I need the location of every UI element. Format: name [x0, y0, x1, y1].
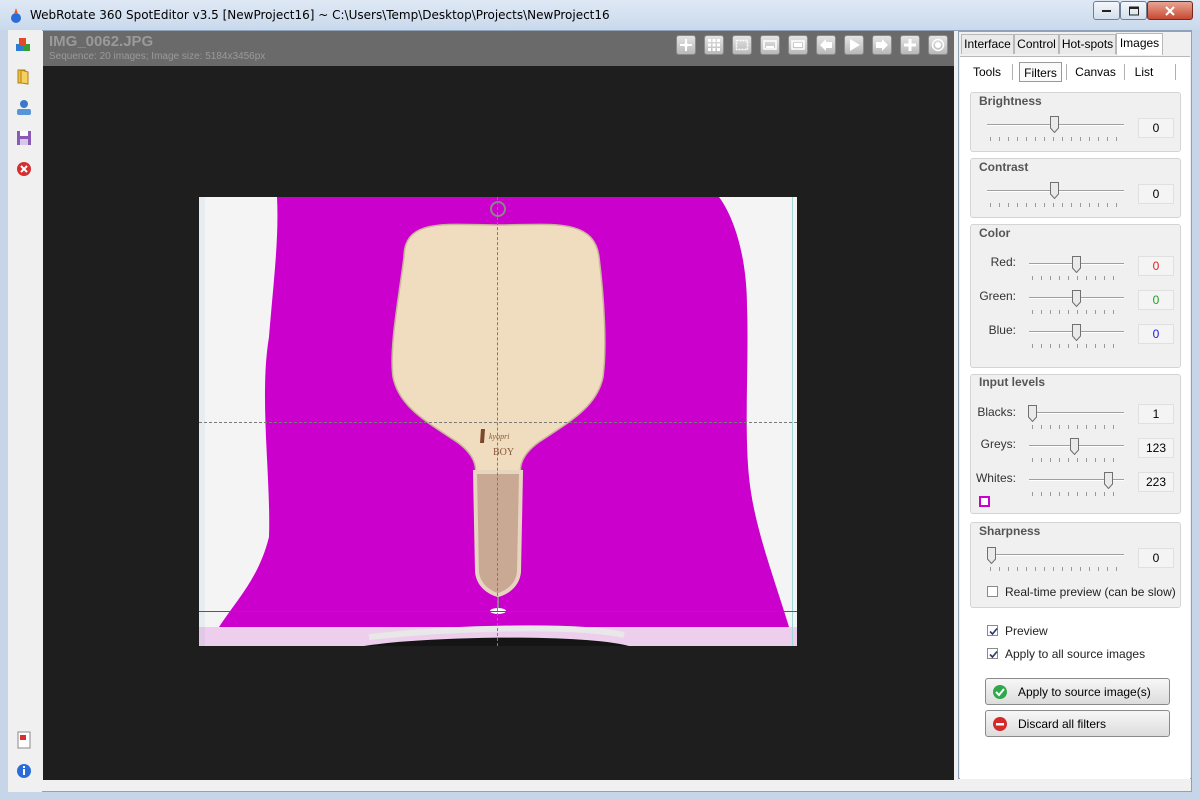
paddle-brand-line1: kyopri: [489, 432, 509, 441]
pdf-icon[interactable]: [15, 731, 35, 751]
vertical-guide-line[interactable]: [497, 197, 498, 646]
minus-circle-icon: [993, 717, 1007, 731]
brightness-value[interactable]: 0: [1138, 118, 1174, 138]
tab-hot-spots[interactable]: Hot-spots: [1059, 34, 1116, 54]
brightness-title: Brightness: [979, 94, 1042, 108]
blue-value[interactable]: 0: [1138, 324, 1174, 344]
apply-all-checkbox[interactable]: [987, 648, 998, 659]
blocks-icon[interactable]: [15, 36, 35, 56]
move-icon[interactable]: [676, 35, 696, 55]
whites-slider-ticks: [1032, 492, 1121, 496]
blue-label: Blue:: [988, 323, 1016, 337]
color-title: Color: [979, 226, 1011, 240]
red-value[interactable]: 0: [1138, 256, 1174, 276]
subtab-canvas[interactable]: Canvas: [1072, 62, 1119, 82]
blacks-value[interactable]: 1: [1138, 404, 1174, 424]
discard-filters-button[interactable]: Discard all filters: [985, 710, 1170, 737]
filmstrip-icon[interactable]: [760, 35, 780, 55]
folder-icon[interactable]: [15, 67, 35, 87]
contrast-slider-thumb[interactable]: [1050, 182, 1059, 200]
red-slider-thumb[interactable]: [1072, 256, 1081, 274]
info-icon[interactable]: [15, 762, 35, 782]
sharpness-slider-ticks: [990, 567, 1121, 571]
sequence-info: Sequence: 20 images; Image size: 5184x34…: [49, 51, 266, 62]
blue-slider-ticks: [1032, 344, 1121, 348]
play-icon[interactable]: [844, 35, 864, 55]
window-title: WebRotate 360 SpotEditor v3.5 [NewProjec…: [30, 8, 610, 22]
horizontal-guide-line[interactable]: [199, 422, 797, 423]
subtab-separator: [1066, 64, 1067, 80]
whites-slider-thumb[interactable]: [1104, 472, 1113, 490]
contrast-title: Contrast: [979, 160, 1029, 174]
red-slider-ticks: [1032, 276, 1121, 280]
blacks-slider-ticks: [1032, 425, 1121, 429]
greys-value[interactable]: 123: [1138, 438, 1174, 458]
arrow-right-icon[interactable]: [872, 35, 892, 55]
check-icon: [993, 685, 1007, 699]
subtab-separator: [1124, 64, 1125, 80]
green-value[interactable]: 0: [1138, 290, 1174, 310]
sharpness-slider-track[interactable]: [987, 554, 1124, 556]
whites-label: Whites:: [975, 471, 1016, 485]
blacks-slider-thumb[interactable]: [1028, 405, 1037, 423]
realtime-preview-checkbox[interactable]: [987, 586, 998, 597]
app-logo-icon: [9, 7, 23, 23]
brightness-slider-thumb[interactable]: [1050, 116, 1059, 134]
sharpness-slider-thumb[interactable]: [987, 547, 996, 565]
preview-checkbox[interactable]: [987, 625, 998, 636]
minimize-button[interactable]: [1093, 1, 1120, 20]
subtab-separator: [1175, 64, 1176, 80]
subtab-list[interactable]: List: [1130, 62, 1158, 82]
record-icon[interactable]: [928, 35, 948, 55]
selection-icon[interactable]: [732, 35, 752, 55]
subtab-separator: [1012, 64, 1013, 80]
discard-filters-label: Discard all filters: [1018, 717, 1107, 731]
plus-icon[interactable]: [900, 35, 920, 55]
blue-slider-thumb[interactable]: [1072, 324, 1081, 342]
levels-overlay-color-swatch[interactable]: [979, 496, 990, 507]
apply-to-source-label: Apply to source image(s): [1018, 685, 1151, 699]
red-label: Red:: [990, 255, 1016, 269]
arrow-left-icon[interactable]: [816, 35, 836, 55]
greys-slider-ticks: [1032, 458, 1121, 462]
sharpness-value[interactable]: 0: [1138, 548, 1174, 568]
subtab-tools[interactable]: Tools: [966, 62, 1008, 82]
contrast-value[interactable]: 0: [1138, 184, 1174, 204]
user-icon[interactable]: [15, 98, 35, 118]
whites-value[interactable]: 223: [1138, 472, 1174, 492]
tab-control[interactable]: Control: [1014, 34, 1059, 54]
blacks-slider-track[interactable]: [1029, 412, 1124, 414]
tab-interface[interactable]: Interface: [961, 34, 1014, 54]
grid-icon[interactable]: [704, 35, 724, 55]
baseline-guide-line[interactable]: [199, 611, 797, 612]
close-red-icon[interactable]: [15, 160, 35, 180]
apply-all-label: Apply to all source images: [1005, 647, 1146, 661]
fit-icon[interactable]: [788, 35, 808, 55]
contrast-slider-ticks: [990, 203, 1121, 207]
apply-to-source-button[interactable]: Apply to source image(s): [985, 678, 1170, 705]
green-slider-thumb[interactable]: [1072, 290, 1081, 308]
save-icon[interactable]: [15, 129, 35, 149]
tab-images[interactable]: Images: [1116, 33, 1163, 55]
sharpness-title: Sharpness: [979, 524, 1041, 538]
subtab-filters[interactable]: Filters: [1019, 62, 1062, 82]
realtime-preview-label: Real-time preview (can be slow): [1005, 585, 1176, 599]
green-label: Green:: [979, 289, 1016, 303]
image-name: IMG_0062.JPG: [49, 33, 154, 50]
maximize-button[interactable]: [1120, 1, 1147, 20]
green-slider-ticks: [1032, 310, 1121, 314]
close-window-button[interactable]: [1147, 1, 1193, 20]
preview-label: Preview: [1005, 624, 1048, 638]
brightness-slider-ticks: [990, 137, 1121, 141]
greys-label: Greys:: [980, 437, 1016, 451]
blacks-label: Blacks:: [977, 405, 1016, 419]
greys-slider-thumb[interactable]: [1070, 438, 1079, 456]
input-levels-title: Input levels: [979, 375, 1046, 389]
